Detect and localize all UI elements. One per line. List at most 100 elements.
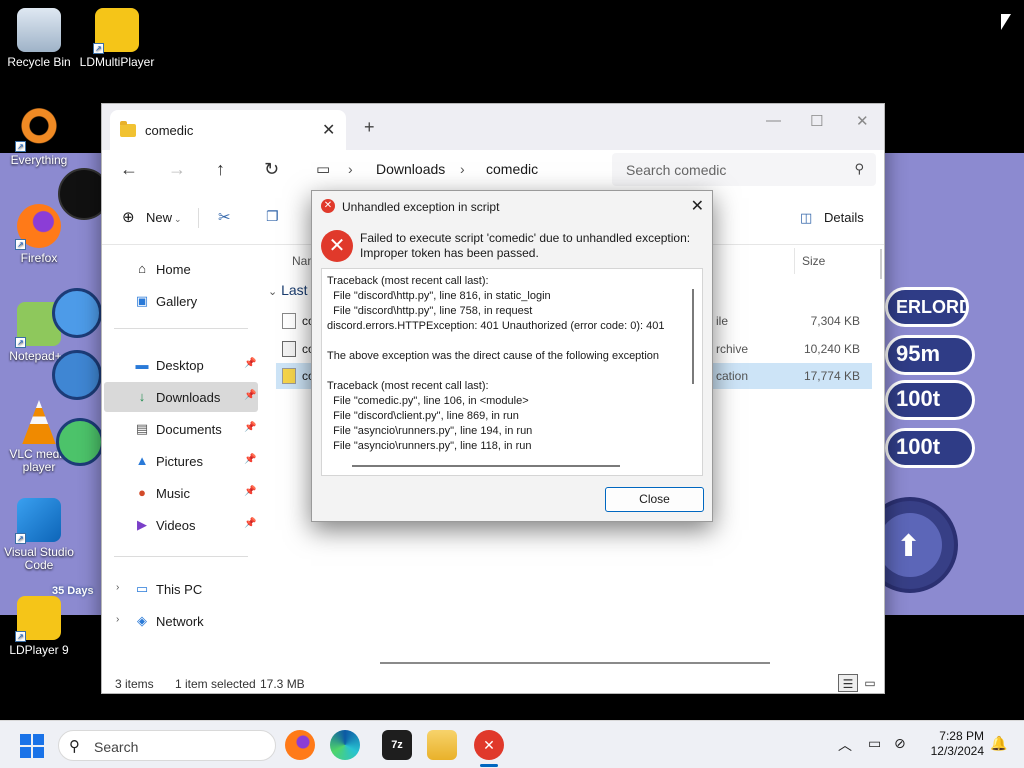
dialog-title: Unhandled exception in script [342,200,500,214]
file-explorer-taskbar-icon[interactable] [427,730,457,760]
group-label: Last [281,282,308,298]
desktop-icon-recycle-bin[interactable]: Recycle Bin [0,8,78,69]
traceback-horizontal-scrollbar[interactable] [352,465,620,467]
game-overlord-text: ERLORD [896,297,969,317]
column-header-size[interactable]: Size [802,254,825,268]
clock-time: 7:28 PM [939,729,984,743]
column-divider[interactable] [794,248,795,274]
pin-icon[interactable]: 📌 [244,454,256,465]
pin-icon[interactable]: 📌 [244,422,256,433]
copy-icon[interactable]: ❐ [266,208,279,225]
sidebar-item-this-pc[interactable]: › ▭ This PC [104,574,258,604]
cut-icon[interactable]: ✂ [218,208,231,226]
breadcrumb-comedic[interactable]: comedic [486,161,538,177]
sidebar-item-label: Desktop [156,358,204,373]
pin-icon[interactable]: 📌 [244,390,256,401]
group-header[interactable]: ⌄ Last [268,282,308,298]
tab-label: comedic [145,123,194,138]
notification-bell-icon[interactable]: 🔔 [990,735,1007,752]
everything-search-icon: ↗ [15,106,61,152]
sidebar-item-network[interactable]: › ◈ Network [104,606,258,636]
pin-icon[interactable]: 📌 [244,358,256,369]
sidebar-item-documents[interactable]: ▤ Documents 📌 [104,414,258,444]
desktop-icon-everything[interactable]: ↗ Everything [0,106,78,167]
sidebar-item-label: Downloads [156,390,221,405]
refresh-icon[interactable]: ↻ [264,159,279,180]
chevron-down-icon[interactable]: ⌄ [174,214,182,225]
this-pc-monitor-icon[interactable]: ▭ [316,160,330,178]
chevron-right-icon[interactable]: › [116,614,119,625]
file-type: ile [716,314,729,328]
desktop-icon-label: Recycle Bin [7,55,71,69]
chevron-right-icon[interactable]: › [116,582,119,593]
sidebar-item-home[interactable]: ⌂ Home [104,254,258,284]
dialog-titlebar: ✕ Unhandled exception in script ✕ [312,191,712,221]
game-round-button [52,350,102,400]
forward-arrow-icon[interactable]: → [168,159,186,180]
seven-zip-taskbar-icon[interactable]: 7z [382,730,412,760]
close-window-icon[interactable]: ✕ [856,112,869,130]
sidebar-item-videos[interactable]: ▶ Videos 📌 [104,510,258,540]
search-box[interactable]: Search comedic ⚲ [612,153,876,186]
sidebar-item-gallery[interactable]: ▣ Gallery [104,286,258,316]
new-plus-icon[interactable]: ⊕ [122,208,135,226]
details-pane-icon[interactable]: ◫ [800,210,812,226]
active-app-indicator [480,764,498,767]
archive-icon [282,341,296,357]
firefox-taskbar-icon[interactable] [285,730,315,760]
new-button[interactable]: New [146,210,172,225]
desktop-icon-ldplayer9[interactable]: ↗ LDPlayer 9 [0,596,78,657]
taskbar-search-input[interactable]: Search [94,739,138,755]
application-icon [282,368,296,384]
sidebar-item-pictures[interactable]: ▲ Pictures 📌 [104,446,258,476]
traceback-text-area[interactable]: Traceback (most recent call last): File … [321,268,703,476]
maximize-icon[interactable]: ☐ [810,112,823,130]
file-type: rchive [716,342,749,356]
pin-icon[interactable]: 📌 [244,518,256,529]
details-button[interactable]: Details [824,210,864,225]
back-arrow-icon[interactable]: ← [120,159,138,180]
clock-date: 12/3/2024 [930,744,984,758]
traceback-vertical-scrollbar[interactable] [692,289,694,384]
new-tab-icon[interactable]: + [364,117,375,138]
chevron-up-icon[interactable]: ︿ [838,735,852,755]
game-paw-text: 100t [896,386,941,411]
search-icon: ⚲ [69,738,80,755]
search-input[interactable]: Search comedic [626,162,726,178]
sidebar-item-music[interactable]: ● Music 📌 [104,478,258,508]
desktop-icon-label: LDMultiPlayer [79,55,155,69]
game-round-button [52,288,102,338]
horizontal-scrollbar[interactable] [380,662,770,664]
network-status-icon[interactable]: ▭ [868,735,881,752]
arrow-up-icon: ⬆ [896,530,922,563]
breadcrumb-chevron-icon[interactable]: › [348,161,353,177]
tab-close-icon[interactable]: ✕ [322,120,335,140]
sidebar-item-downloads[interactable]: ↓ Downloads 📌 [104,382,258,412]
edge-taskbar-icon[interactable] [330,730,360,760]
error-app-taskbar-icon[interactable]: ✕ [474,730,504,760]
breadcrumb-chevron-icon[interactable]: › [460,161,465,177]
system-clock[interactable]: 7:28 PM 12/3/2024 [918,729,984,759]
tiles-view-icon[interactable]: ▭ [860,674,880,692]
file-size: 17,774 KB [803,369,860,383]
explorer-titlebar: comedic ✕ + — ☐ ✕ [102,104,884,150]
sidebar-item-desktop[interactable]: ▬ Desktop 📌 [104,350,258,380]
tab-comedic[interactable]: comedic ✕ [110,110,346,150]
taskbar-search-box[interactable]: ⚲ Search [58,730,276,761]
volume-muted-icon[interactable]: ⊘ [894,735,906,752]
details-view-icon[interactable]: ☰ [838,674,858,692]
pin-icon[interactable]: 📌 [244,486,256,497]
desktop-icon-label: Everything [10,153,68,167]
minimize-icon[interactable]: — [766,112,781,129]
desktop-icon-vscode[interactable]: ↗ Visual Studio Code [0,498,78,572]
game-coins-bar: 100t [885,428,975,468]
vertical-scrollbar[interactable] [880,249,882,279]
windows-start-icon[interactable] [20,734,44,758]
dialog-close-icon[interactable]: ✕ [691,196,704,216]
error-icon: ✕ [321,230,353,262]
desktop-icon-ldmultiplayer[interactable]: ↗ LDMultiPlayer [78,8,156,69]
game-overlord-bar: ERLORD [885,287,969,327]
breadcrumb-downloads[interactable]: Downloads [376,161,445,177]
close-button[interactable]: Close [605,487,704,512]
up-arrow-icon[interactable]: ↑ [216,159,225,180]
